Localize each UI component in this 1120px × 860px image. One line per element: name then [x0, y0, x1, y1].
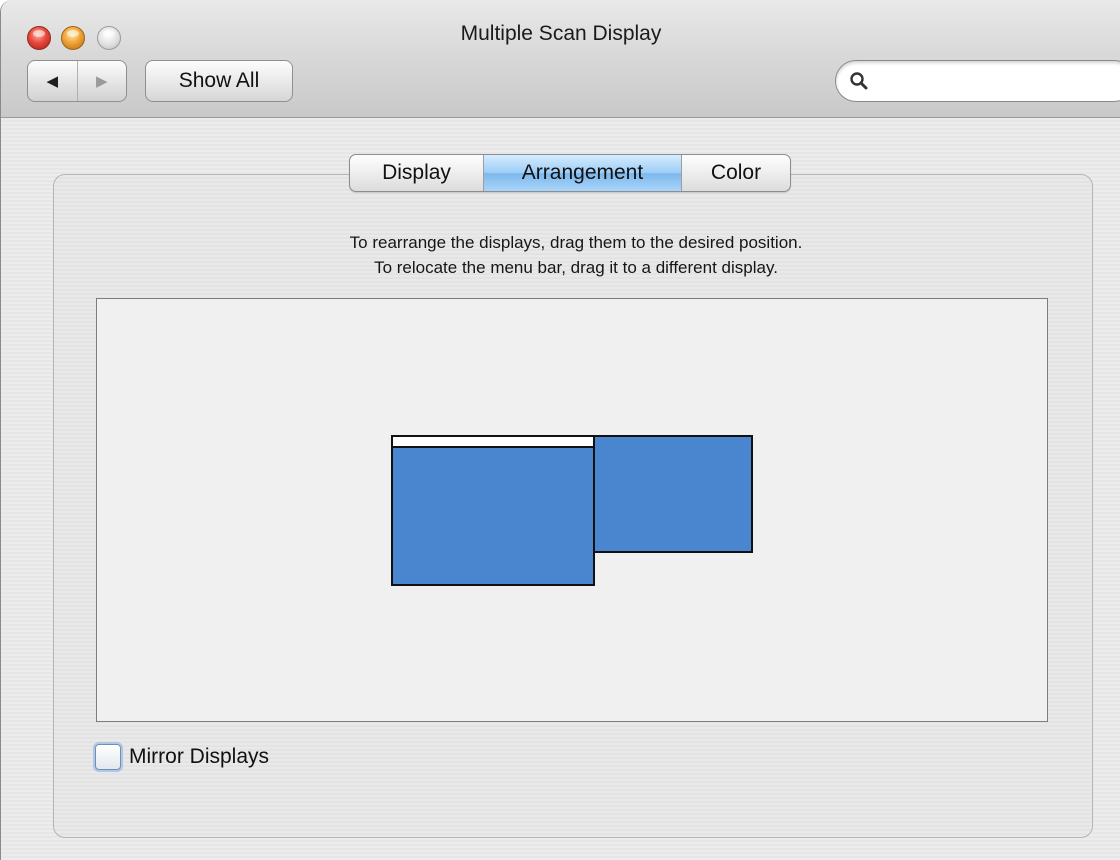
back-arrow-icon: ◀ [46, 73, 59, 90]
forward-button[interactable]: ▶ [78, 61, 127, 101]
tab-arrangement[interactable]: Arrangement [484, 155, 682, 191]
mirror-displays-checkbox[interactable] [95, 744, 121, 770]
instruction-line-menu-bar: To relocate the menu bar, drag it to a d… [374, 258, 778, 277]
search-icon [850, 72, 868, 90]
search-field[interactable] [835, 60, 1120, 102]
display-arrangement-area [96, 298, 1048, 722]
mirror-displays-label: Mirror Displays [129, 745, 270, 768]
search-input[interactable] [876, 68, 1106, 94]
back-button[interactable]: ◀ [28, 61, 78, 101]
tab-color[interactable]: Color [682, 155, 790, 191]
main-display[interactable] [391, 435, 595, 586]
window-title: Multiple Scan Display [460, 22, 662, 45]
navigation-button-group: ◀ ▶ [27, 60, 127, 102]
show-all-button[interactable]: Show All [145, 60, 293, 102]
secondary-display[interactable] [593, 435, 753, 553]
forward-arrow-icon: ▶ [95, 73, 108, 90]
instructions-text: To rearrange the displays, drag them to … [61, 230, 1091, 280]
preferences-window: Multiple Scan Display ◀ ▶ Show All Displ… [0, 0, 1120, 860]
tab-display[interactable]: Display [350, 155, 484, 191]
tab-bar: Display Arrangement Color [349, 154, 791, 192]
mirror-displays-option[interactable]: Mirror Displays [95, 742, 269, 772]
toolbar: Multiple Scan Display ◀ ▶ Show All [1, 0, 1120, 118]
menu-bar-handle[interactable] [393, 437, 593, 448]
instruction-line-rearrange: To rearrange the displays, drag them to … [349, 233, 803, 252]
